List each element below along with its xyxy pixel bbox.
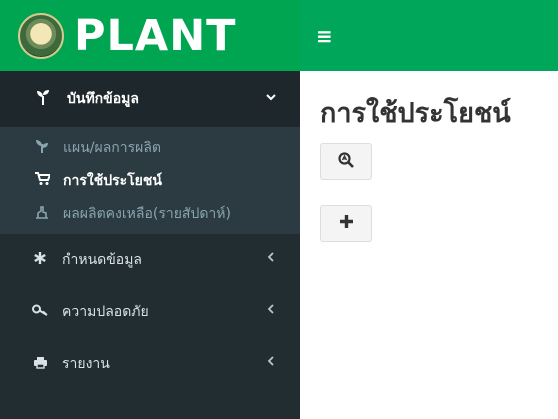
hand-icon — [33, 205, 51, 223]
sidebar-item-label: ความปลอดภัย — [62, 304, 149, 320]
print-icon — [30, 356, 50, 373]
search-icon — [338, 151, 354, 172]
submenu-item-remaining-output[interactable]: ผลผลิตคงเหลือ(รายสัปดาห์) — [0, 197, 300, 230]
chevron-left-icon — [267, 250, 274, 266]
top-navbar: ≡ — [300, 0, 558, 71]
chevron-down-icon — [266, 89, 276, 105]
search-button[interactable] — [320, 143, 372, 180]
sidebar: PLANT บันทึกข้อมูล แผน/ผลการผลิต การใช้ป… — [0, 0, 300, 419]
sidebar-item-label: กำหนดข้อมูล — [62, 252, 143, 268]
submenu-item-label: ผลผลิตคงเหลือ(รายสัปดาห์) — [63, 205, 231, 222]
sprout-icon — [33, 139, 51, 157]
submenu-item-utilization[interactable]: การใช้ประโยชน์ — [0, 164, 300, 197]
sidebar-item-reports[interactable]: รายงาน — [0, 338, 300, 390]
seedling-icon — [33, 89, 53, 109]
page-title: การใช้ประโยชน์ — [320, 98, 511, 129]
sidebar-item-label: รายงาน — [62, 356, 110, 372]
submenu-item-production-plan[interactable]: แผน/ผลการผลิต — [0, 131, 300, 164]
brand-name: PLANT — [74, 10, 237, 61]
sidebar-item-record-data[interactable]: บันทึกข้อมูล — [0, 71, 300, 127]
add-button[interactable] — [320, 205, 372, 242]
cart-icon — [33, 172, 51, 189]
logo-emblem — [18, 12, 64, 59]
sidebar-item-label: บันทึกข้อมูล — [67, 91, 139, 107]
submenu-record-data: แผน/ผลการผลิต การใช้ประโยชน์ ผลผลิตคงเหล… — [0, 127, 300, 234]
brand-logo-area[interactable]: PLANT — [0, 0, 300, 71]
chevron-left-icon — [267, 302, 274, 318]
asterisk-icon — [30, 251, 50, 269]
plus-icon — [339, 214, 354, 233]
submenu-item-label: แผน/ผลการผลิต — [63, 139, 162, 156]
chevron-left-icon — [267, 354, 274, 370]
key-icon — [30, 304, 50, 320]
sidebar-item-security[interactable]: ความปลอดภัย — [0, 286, 300, 338]
submenu-item-label: การใช้ประโยชน์ — [63, 172, 162, 189]
main-content: การใช้ประโยชน์ — [300, 71, 558, 419]
sidebar-item-define-data[interactable]: กำหนดข้อมูล — [0, 234, 300, 286]
menu-toggle-icon[interactable]: ≡ — [316, 24, 333, 48]
